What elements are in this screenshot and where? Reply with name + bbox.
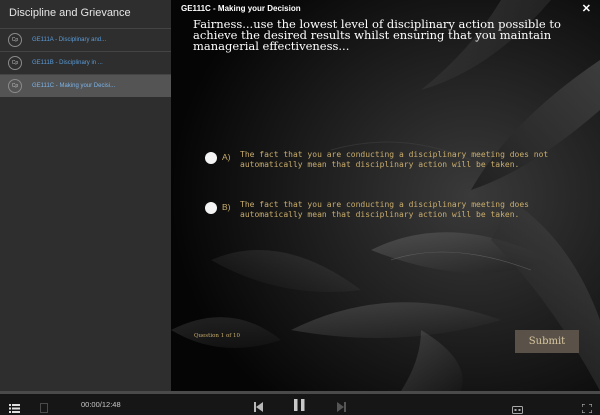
sidebar-item-ge111b[interactable]: Cp GE111B - Disciplinary in ...: [0, 52, 171, 74]
list-icon[interactable]: [9, 400, 20, 415]
question-text: Fairness...use the lowest level of disci…: [193, 17, 561, 53]
rewind-icon[interactable]: [254, 399, 263, 415]
fullscreen-icon[interactable]: [581, 400, 593, 415]
radio-button-b[interactable]: [205, 202, 217, 214]
sidebar: Discipline and Grievance Cp GE111A - Dis…: [0, 0, 171, 391]
course-page-icon: Cp: [8, 33, 22, 47]
close-icon[interactable]: ✕: [582, 2, 591, 15]
sidebar-item-label: GE111A - Disciplinary and...: [32, 37, 107, 43]
sidebar-item-label: GE111C - Making your Decisi...: [32, 83, 116, 89]
sidebar-title: Discipline and Grievance: [9, 7, 131, 19]
radio-button-a[interactable]: [205, 152, 217, 164]
transcript-icon[interactable]: [40, 400, 48, 415]
option-letter: B): [222, 202, 231, 212]
sidebar-item-ge111a[interactable]: Cp GE111A - Disciplinary and...: [0, 29, 171, 51]
main-content: GE111C - Making your Decision ✕ Fairness…: [171, 0, 600, 391]
captions-icon[interactable]: [512, 401, 523, 415]
course-page-icon: Cp: [8, 79, 22, 93]
course-page-icon: Cp: [8, 56, 22, 70]
option-text: The fact that you are conducting a disci…: [240, 200, 529, 219]
forward-icon[interactable]: [337, 399, 346, 415]
submit-button[interactable]: Submit: [515, 330, 579, 353]
pause-icon[interactable]: [294, 398, 305, 415]
option-text: The fact that you are conducting a disci…: [240, 150, 549, 169]
question-progress: Question 1 of 10: [194, 333, 241, 339]
playback-time: 00:00/12:48: [81, 400, 121, 409]
player-controls: 00:00/12:48: [0, 394, 600, 415]
lesson-title: GE111C - Making your Decision: [181, 4, 301, 13]
sidebar-item-label: GE111B - Disciplinary in ...: [32, 60, 103, 66]
option-letter: A): [222, 152, 231, 162]
sidebar-item-ge111c[interactable]: Cp GE111C - Making your Decisi...: [0, 75, 171, 97]
answer-option-a[interactable]: A) The fact that you are conducting a di…: [205, 150, 550, 170]
answer-option-b[interactable]: B) The fact that you are conducting a di…: [205, 200, 550, 220]
